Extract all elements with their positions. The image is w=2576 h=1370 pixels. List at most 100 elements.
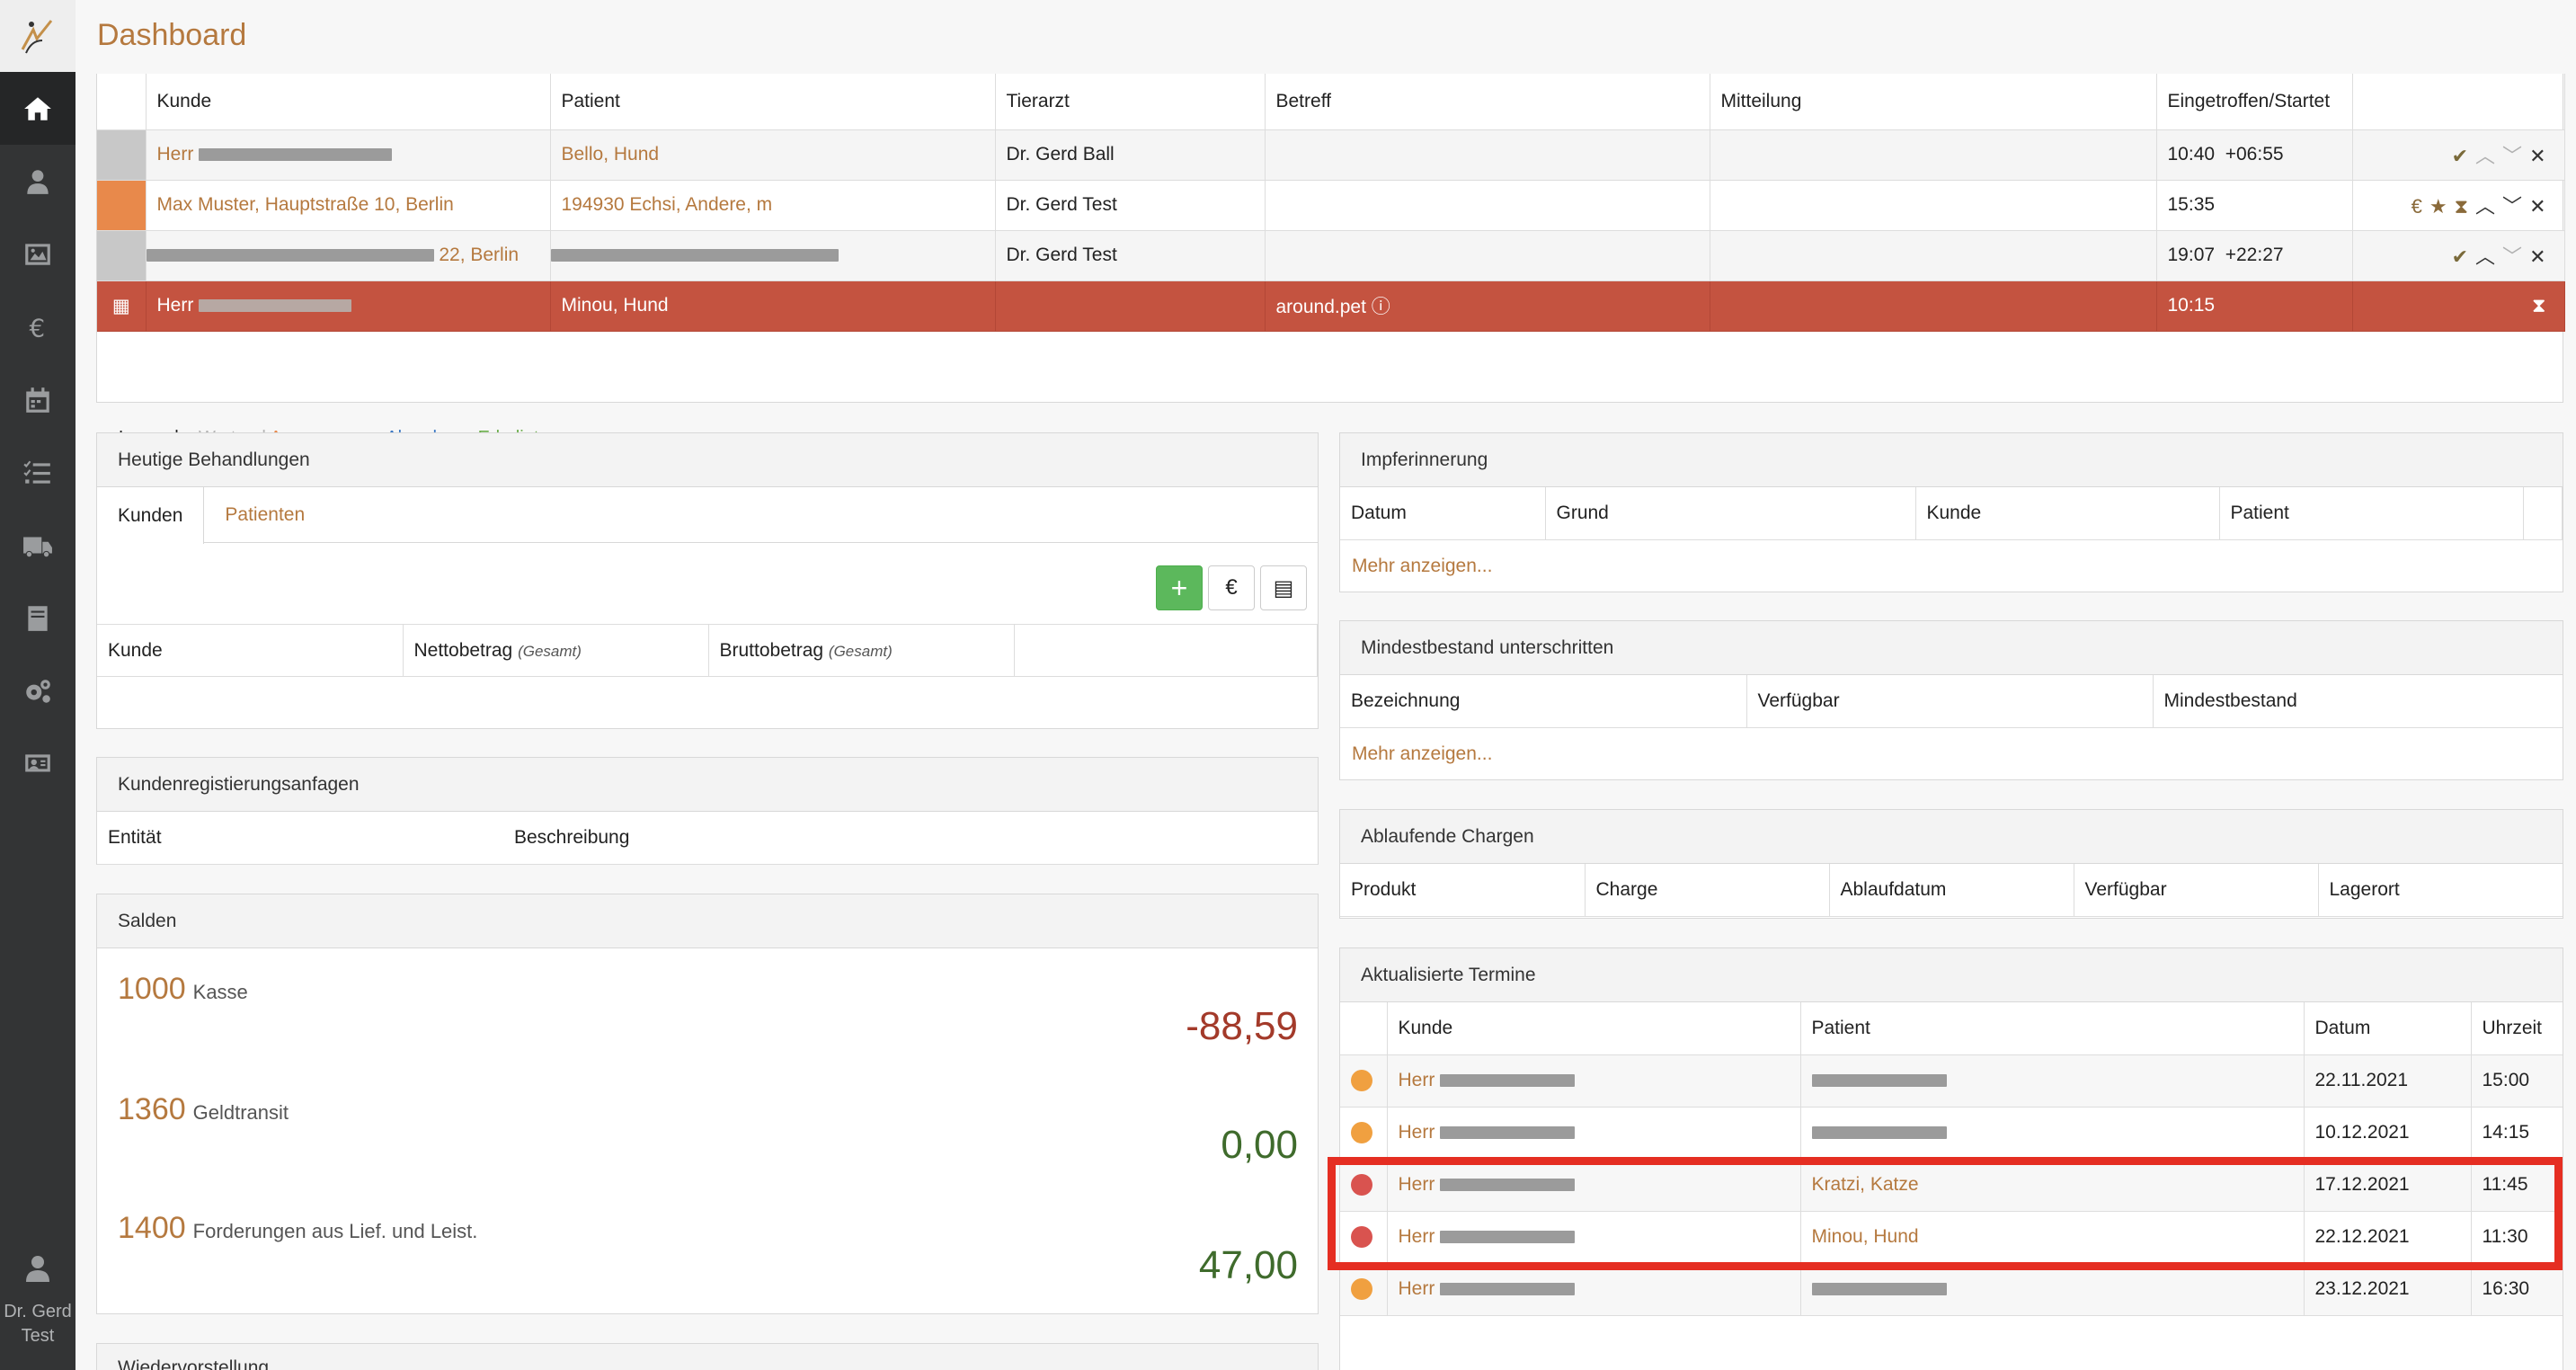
nav-staff[interactable] bbox=[0, 145, 76, 218]
kunde-text[interactable]: Herr bbox=[157, 295, 194, 316]
col-produkt[interactable]: Produkt bbox=[1340, 864, 1586, 917]
col-ablaufdatum[interactable]: Ablaufdatum bbox=[1829, 864, 2074, 917]
kunde-link[interactable]: Max Muster, Hauptstraße 10, Berlin bbox=[157, 194, 454, 215]
redacted-text bbox=[146, 249, 434, 262]
nav-tasks[interactable] bbox=[0, 436, 76, 509]
euro-icon[interactable]: € bbox=[2412, 195, 2429, 218]
stock-table: Bezeichnung Verfügbar Mindestbestand bbox=[1340, 675, 2563, 728]
chevron-up-icon[interactable]: ︿ bbox=[2475, 195, 2502, 218]
book-icon bbox=[28, 605, 48, 631]
calendar-icon: ▦ bbox=[111, 295, 130, 316]
col-mindestbestand[interactable]: Mindestbestand bbox=[2153, 675, 2563, 728]
status-dot bbox=[1351, 1278, 1372, 1301]
col-netto[interactable]: Nettobetrag (Gesamt) bbox=[403, 624, 709, 677]
page-title: Dashboard bbox=[97, 18, 247, 52]
col-kunde[interactable]: Kunde bbox=[97, 624, 404, 677]
nav-delivery[interactable] bbox=[0, 509, 76, 582]
show-more-link[interactable]: Mehr anzeigen... bbox=[1340, 540, 2563, 592]
tab-patienten[interactable]: Patienten bbox=[204, 487, 325, 542]
col-brutto[interactable]: Bruttobetrag (Gesamt) bbox=[708, 624, 1015, 677]
col-mitteilung[interactable]: Mitteilung bbox=[1710, 74, 2157, 130]
col-kunde[interactable]: Kunde bbox=[1915, 487, 2220, 540]
redacted-text bbox=[1811, 1283, 1947, 1296]
kunde-link[interactable]: Herr bbox=[157, 144, 194, 165]
nav-settings[interactable] bbox=[0, 654, 76, 727]
panel-title: Wiedervorstellung bbox=[97, 1344, 1318, 1370]
col-verfuegbar[interactable]: Verfügbar bbox=[2074, 864, 2319, 917]
book-button[interactable]: ▤ bbox=[1260, 565, 1307, 610]
col-uhrzeit[interactable]: Uhrzeit bbox=[2471, 1002, 2563, 1055]
svg-text:€: € bbox=[29, 313, 45, 342]
tab-bar: Kunden Patienten bbox=[97, 487, 1318, 544]
appointment-row[interactable]: Herr 10.12.2021 14:15 bbox=[1340, 1107, 2563, 1160]
kunde-link[interactable]: Herr bbox=[1399, 1122, 1435, 1143]
truck-icon bbox=[23, 536, 52, 557]
euro-button[interactable]: € bbox=[1208, 565, 1255, 610]
app-logo[interactable] bbox=[0, 0, 76, 72]
col-bezeichnung[interactable]: Bezeichnung bbox=[1340, 675, 1747, 728]
chevron-down-icon[interactable]: ﹀ bbox=[2502, 245, 2529, 268]
status-indicator bbox=[97, 180, 145, 229]
close-icon[interactable]: ✕ bbox=[2529, 245, 2553, 268]
batches-panel: Ablaufende Chargen Produkt Charge Ablauf… bbox=[1339, 809, 2563, 919]
hourglass-icon[interactable]: ⧗ bbox=[2532, 294, 2553, 316]
col-betreff[interactable]: Betreff bbox=[1265, 74, 1710, 130]
batches-table: Produkt Charge Ablaufdatum Verfügbar Lag… bbox=[1340, 864, 2563, 917]
add-button[interactable]: + bbox=[1156, 565, 1203, 610]
tab-kunden[interactable]: Kunden bbox=[97, 487, 205, 544]
col-datum[interactable]: Datum bbox=[2304, 1002, 2472, 1055]
chevron-down-icon[interactable]: ﹀ bbox=[2502, 145, 2529, 167]
hourglass-icon[interactable]: ⧗ bbox=[2455, 195, 2475, 218]
col-beschreibung[interactable]: Beschreibung bbox=[503, 812, 1318, 865]
col-charge[interactable]: Charge bbox=[1585, 864, 1830, 917]
chevron-up-icon[interactable]: ︿ bbox=[2475, 245, 2502, 268]
col-entitaet[interactable]: Entität bbox=[97, 812, 503, 865]
col-grund[interactable]: Grund bbox=[1545, 487, 1916, 540]
row-actions: ⧗ bbox=[2352, 280, 2565, 332]
nav-home[interactable] bbox=[0, 72, 76, 145]
col-verfuegbar[interactable]: Verfügbar bbox=[1746, 675, 2154, 728]
patient-text[interactable]: Minou, Hund bbox=[550, 280, 996, 332]
waiting-row[interactable]: Max Muster, Hauptstraße 10, Berlin 19493… bbox=[97, 180, 2565, 231]
col-patient[interactable]: Patient bbox=[550, 74, 996, 130]
current-user[interactable]: Dr. Gerd Test bbox=[0, 1244, 76, 1370]
nav-accounts[interactable] bbox=[0, 727, 76, 800]
waiting-row[interactable]: 22, Berlin Dr. Gerd Test 19:07 +22:27 ✔︿… bbox=[97, 230, 2565, 281]
kunde-link[interactable]: Herr bbox=[1399, 1278, 1435, 1299]
book-icon: ▤ bbox=[1273, 575, 1294, 600]
waiting-row-selected[interactable]: ▦ Herr Minou, Hund around.pet ⓘ 10:15 ⧗ bbox=[97, 280, 2565, 332]
col-eingetroffen[interactable]: Eingetroffen/Startet bbox=[2156, 74, 2353, 130]
appointment-row[interactable]: Herr 22.11.2021 15:00 bbox=[1340, 1054, 2563, 1108]
col-kunde[interactable]: Kunde bbox=[1387, 1002, 1801, 1055]
followup-panel: Wiedervorstellung bbox=[96, 1343, 1319, 1370]
nav-finance[interactable]: € bbox=[0, 290, 76, 363]
col-kunde[interactable]: Kunde bbox=[146, 74, 551, 130]
nav-documents[interactable] bbox=[0, 582, 76, 654]
user-icon bbox=[26, 1256, 49, 1282]
nav-images[interactable] bbox=[0, 218, 76, 290]
kunde-link[interactable]: Herr bbox=[1399, 1070, 1435, 1090]
star-icon[interactable]: ★ bbox=[2429, 195, 2455, 218]
chevron-down-icon[interactable]: ﹀ bbox=[2502, 195, 2529, 218]
check-icon[interactable]: ✔ bbox=[2452, 245, 2475, 268]
patient-link[interactable]: 194930 Echsi, Andere, m bbox=[562, 194, 773, 215]
close-icon[interactable]: ✕ bbox=[2529, 145, 2553, 167]
datum-cell: 10.12.2021 bbox=[2304, 1107, 2472, 1160]
col-patient[interactable]: Patient bbox=[1800, 1002, 2305, 1055]
close-icon[interactable]: ✕ bbox=[2529, 195, 2553, 218]
info-icon[interactable]: ⓘ bbox=[1372, 297, 1390, 317]
chevron-up-icon[interactable]: ︿ bbox=[2475, 145, 2502, 167]
patient-link[interactable]: Bello, Hund bbox=[562, 144, 660, 165]
waiting-row[interactable]: Herr Bello, Hund Dr. Gerd Ball 10:40 +06… bbox=[97, 129, 2565, 181]
nav-calendar[interactable] bbox=[0, 363, 76, 436]
check-icon[interactable]: ✔ bbox=[2452, 145, 2475, 167]
col-patient[interactable]: Patient bbox=[2219, 487, 2524, 540]
appointment-row[interactable]: Herr 23.12.2021 16:30 bbox=[1340, 1263, 2563, 1316]
kunde-link[interactable]: 22, Berlin bbox=[439, 245, 519, 265]
col-datum[interactable]: Datum bbox=[1340, 487, 1546, 540]
balances-panel: Salden 1000 Kasse -88,59 1360 Geldtransit … bbox=[96, 894, 1319, 1314]
show-more-link[interactable]: Mehr anzeigen... bbox=[1340, 728, 2563, 780]
col-tierarzt[interactable]: Tierarzt bbox=[995, 74, 1266, 130]
panel-title: Salden bbox=[97, 894, 1318, 948]
col-lagerort[interactable]: Lagerort bbox=[2318, 864, 2563, 917]
